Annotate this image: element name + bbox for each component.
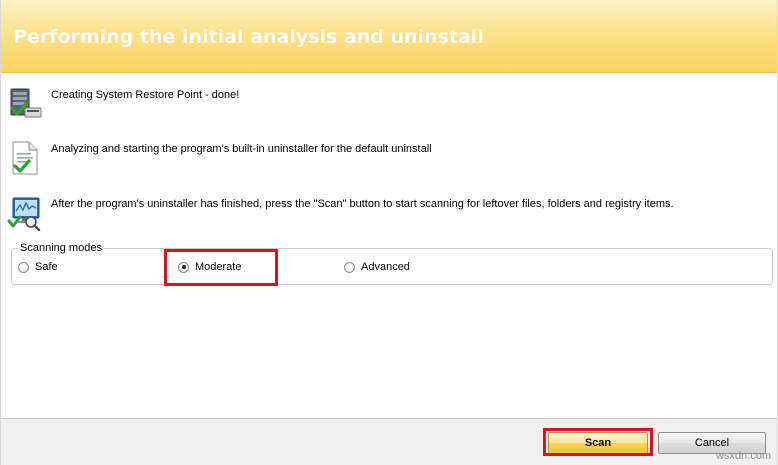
watermark-text: wsxdn.com bbox=[715, 450, 771, 462]
page-title: Performing the initial analysis and unin… bbox=[13, 26, 484, 48]
radio-advanced-label: Advanced bbox=[361, 261, 410, 273]
scan-button[interactable]: Scan bbox=[548, 432, 648, 454]
step-scan-text: After the program's uninstaller has fini… bbox=[51, 198, 674, 210]
radio-safe-label: Safe bbox=[35, 261, 58, 273]
restore-point-done-icon bbox=[7, 86, 43, 122]
radio-advanced-circle[interactable] bbox=[344, 261, 355, 273]
radio-safe-circle[interactable] bbox=[18, 261, 29, 273]
header-banner: Performing the initial analysis and unin… bbox=[1, 0, 777, 73]
uninstaller-document-check-icon bbox=[7, 140, 43, 176]
scanning-modes-group: Scanning modes Safe Moderate Advanced bbox=[11, 242, 773, 285]
radio-moderate[interactable]: Moderate bbox=[178, 260, 241, 274]
scanning-modes-legend: Scanning modes bbox=[18, 242, 104, 254]
radio-safe[interactable]: Safe bbox=[18, 260, 58, 274]
footer-bar: Scan Cancel bbox=[1, 418, 777, 465]
scan-monitor-magnifier-icon bbox=[7, 195, 43, 232]
uninstaller-window: Performing the initial analysis and unin… bbox=[0, 0, 778, 465]
step-uninstaller: Analyzing and starting the program's bui… bbox=[7, 140, 707, 176]
radio-advanced[interactable]: Advanced bbox=[344, 260, 410, 274]
step-restore-point-text: Creating System Restore Point - done! bbox=[51, 89, 240, 101]
step-restore-point: Creating System Restore Point - done! bbox=[7, 86, 707, 122]
step-uninstaller-text: Analyzing and starting the program's bui… bbox=[51, 143, 432, 155]
radio-moderate-label: Moderate bbox=[195, 261, 242, 273]
radio-moderate-circle[interactable] bbox=[178, 261, 189, 273]
step-scan: After the program's uninstaller has fini… bbox=[7, 195, 767, 232]
